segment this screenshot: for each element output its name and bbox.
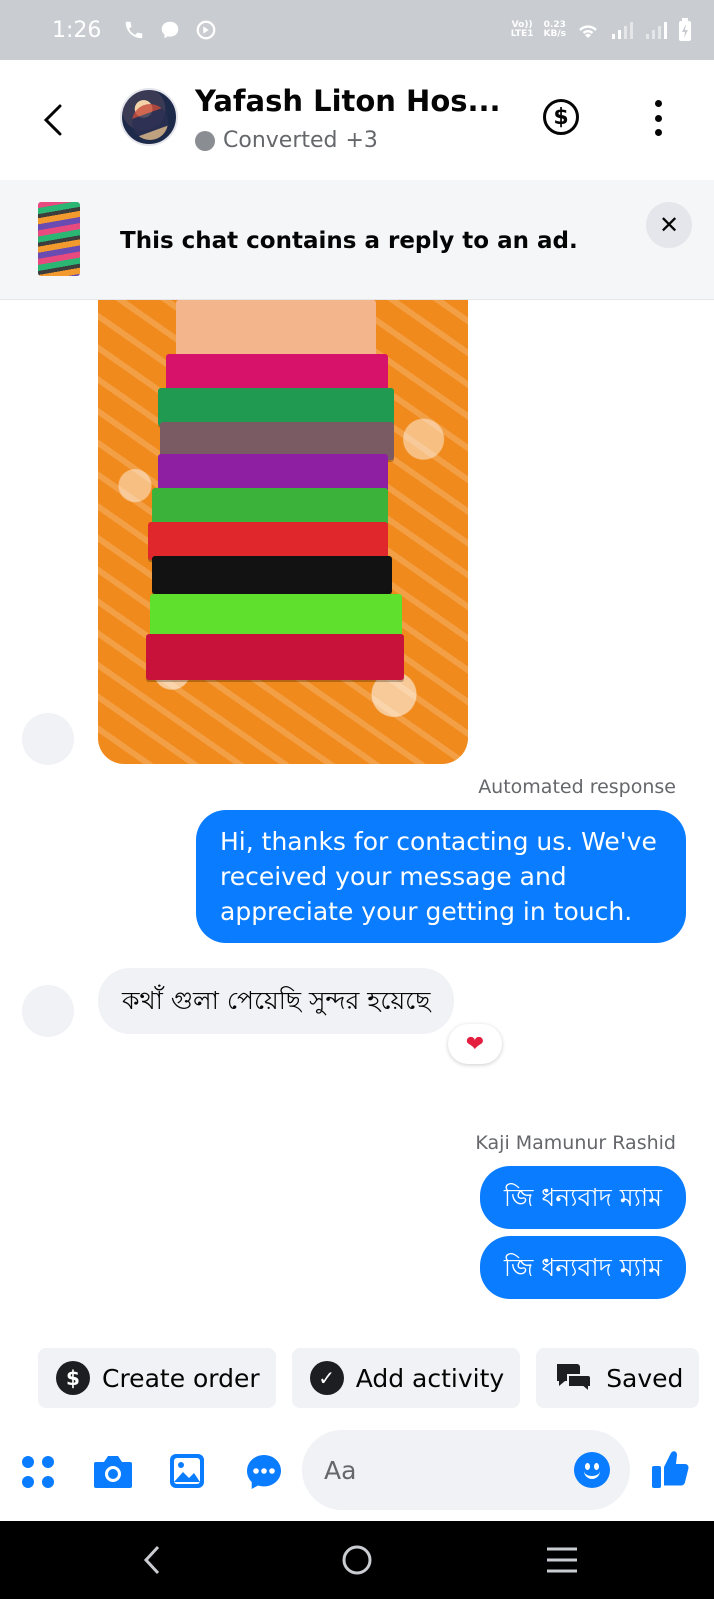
message-input-placeholder: Aa [324,1455,357,1485]
back-arrow-icon[interactable] [36,100,72,140]
contact-avatar[interactable] [120,88,178,146]
create-order-button[interactable]: $ Create order [38,1348,276,1408]
signal-icon-sim1 [612,22,633,39]
status-extra-count: +3 [345,128,378,153]
nav-home-icon[interactable] [340,1543,374,1577]
incoming-message-bubble[interactable]: কথাঁ গুলা পেয়েছি সুন্দর হয়েছে [98,968,455,1034]
emoji-icon[interactable] [574,1452,610,1488]
ad-reply-banner: This chat contains a reply to an ad. ✕ [0,180,714,300]
message-input[interactable]: Aa [302,1430,630,1510]
conversation-header: Yafash Liton Hos... Converted +3 $ [0,60,714,180]
check-icon: ✓ [309,1361,344,1395]
chat-options-icon[interactable] [244,1452,284,1492]
dollar-icon: $ [56,1361,90,1395]
contact-name[interactable]: Yafash Liton Hos... [195,84,501,118]
status-dot-icon [195,130,215,151]
dollar-icon: $ [553,104,569,130]
signal-icon-sim2 [646,22,667,39]
nav-back-icon[interactable] [140,1543,164,1577]
network-speed-indicator: 0.23 KB/s [543,20,566,39]
chat-bubble-icon [162,21,179,39]
network-type-indicator: Vo)) LTE1 [510,20,534,39]
system-navigation-bar [0,1521,714,1599]
message-list: Automated response Hi, thanks for contac… [0,300,714,1340]
add-activity-button[interactable]: ✓ Add activity [291,1348,521,1408]
ad-banner-text: This chat contains a reply to an ad. [120,228,578,254]
saved-replies-button[interactable]: Saved [536,1348,700,1408]
automated-response-label: Automated response [478,776,676,798]
status-time: 1:26 [52,17,102,43]
product-photo-message[interactable] [98,300,468,764]
wifi-icon [579,25,597,38]
status-bar: 1:26 Vo)) LTE1 0.23 KB/s [0,0,714,60]
ad-thumbnail[interactable] [38,202,80,276]
quick-actions-row: $ Create order ✓ Add activity Saved [38,1348,700,1408]
sender-avatar[interactable] [22,985,74,1037]
sender-avatar[interactable] [22,713,74,765]
saved-replies-icon [557,1364,593,1395]
status-label: Converted [223,128,338,153]
battery-charging-icon [679,18,691,41]
nav-recents-icon[interactable] [545,1545,579,1575]
thumbs-up-icon[interactable] [650,1448,690,1490]
outgoing-message-bubble[interactable]: জি ধন্যবাদ ম্যাম [479,1236,686,1299]
messenger-status-icon [197,20,216,40]
payment-button[interactable]: $ [543,99,579,135]
automated-message-bubble[interactable]: Hi, thanks for contacting us. We've rece… [196,810,686,943]
phone-icon [126,21,143,39]
more-options-icon[interactable] [648,100,668,136]
gallery-icon[interactable] [168,1452,206,1490]
contact-status: Converted +3 [195,128,378,153]
outgoing-message-bubble[interactable]: জি ধন্যবাদ ম্যাম [479,1166,686,1229]
close-icon[interactable]: ✕ [646,202,692,248]
camera-icon[interactable] [92,1452,134,1490]
message-composer: Aa [0,1422,714,1520]
heart-reaction-icon[interactable]: ❤ [448,1024,502,1064]
menu-grid-icon[interactable] [20,1454,56,1490]
sender-name-label: Kaji Mamunur Rashid [475,1132,676,1154]
